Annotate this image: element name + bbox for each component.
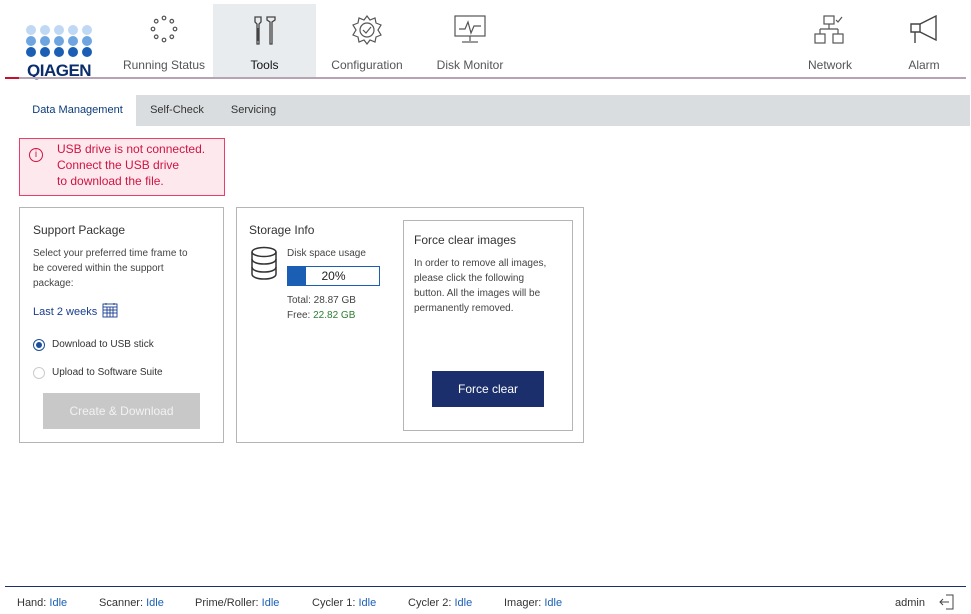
desc-line: package: (33, 278, 74, 289)
panel-title: Storage Info (249, 223, 315, 237)
tab-data-management[interactable]: Data Management (19, 95, 136, 126)
logo-dot (82, 36, 92, 46)
force-description: In order to remove all images, please cl… (414, 256, 569, 316)
header-divider (5, 77, 966, 79)
qiagen-logo: QIAGEN (26, 25, 98, 80)
logo-dot (68, 36, 78, 46)
logo-dot (26, 36, 36, 46)
nav-label: Network (807, 58, 852, 72)
alert-line: USB drive is not connected. (57, 142, 206, 156)
panel-title: Support Package (33, 223, 126, 237)
status-cycler-1: Cycler 1: Idle (312, 597, 377, 609)
support-package-panel: Support Package Select your preferred ti… (19, 207, 224, 443)
force-clear-button[interactable]: Force clear (432, 371, 544, 407)
nav-disk-monitor[interactable]: Disk Monitor (420, 4, 520, 77)
logo-dot (54, 36, 64, 46)
disk-usage-label: Disk space usage (287, 248, 366, 259)
nav-running-status[interactable]: Running Status (116, 4, 212, 77)
disk-monitor-icon (454, 15, 486, 43)
nav-label: Running Status (122, 58, 206, 72)
desc-line: permanently removed. (414, 303, 514, 314)
logo-dot (26, 47, 36, 57)
desc-line: be covered within the support (33, 263, 164, 274)
desc-line: button. All the images will be (414, 288, 541, 299)
status-cycler-2: Cycler 2: Idle (408, 597, 473, 609)
usb-alert: i USB drive is not connected. Connect th… (19, 138, 225, 196)
logo-dot (82, 47, 92, 57)
app-header: QIAGEN Running Status Tools Configuratio… (0, 0, 971, 80)
disk-free: Free: 22.82 GB (287, 308, 355, 323)
disk-usage-percent: 20% (321, 269, 346, 283)
radio-usb[interactable] (33, 339, 45, 351)
timeframe-value: Last 2 weeks (33, 306, 98, 318)
timeframe-select[interactable]: Last 2 weeks (33, 302, 118, 318)
logout-icon[interactable] (938, 593, 956, 611)
calendar-icon[interactable] (102, 302, 118, 318)
disk-free-value: 22.82 GB (313, 310, 356, 321)
nav-network[interactable]: Network (785, 4, 875, 77)
tab-bar: Data Management Self-Check Servicing (19, 95, 970, 126)
create-download-button[interactable]: Create & Download (43, 393, 200, 429)
nav-tools[interactable]: Tools (213, 4, 316, 77)
alert-line: to download the file. (57, 174, 164, 188)
force-clear-panel: Force clear images In order to remove al… (403, 220, 573, 431)
disk-total: Total: 28.87 GB (287, 295, 356, 306)
nav-configuration[interactable]: Configuration (317, 4, 417, 77)
alarm-icon (910, 14, 937, 43)
configuration-icon (352, 15, 382, 45)
desc-line: Select your preferred time frame to (33, 248, 188, 259)
logo-dot (54, 47, 64, 57)
tab-servicing[interactable]: Servicing (218, 95, 289, 126)
logo-dot (40, 47, 50, 57)
tab-self-check[interactable]: Self-Check (136, 95, 218, 126)
status-imager: Imager: Idle (504, 597, 563, 609)
status-scanner: Scanner: Idle (99, 597, 164, 609)
nav-alarm[interactable]: Alarm (882, 4, 966, 77)
desc-line: please click the following (414, 273, 525, 284)
logo-dot (68, 25, 78, 35)
desc-line: In order to remove all images, (414, 258, 547, 269)
support-description: Select your preferred time frame to be c… (33, 246, 218, 291)
tools-icon (253, 16, 276, 45)
logo-dot (40, 25, 50, 35)
logo-dot (68, 47, 78, 57)
logo-dot (26, 25, 36, 35)
logo-dot (40, 36, 50, 46)
status-bar: Hand: Idle Scanner: Idle Prime/Roller: I… (0, 586, 971, 614)
disk-usage-bar: 20% (287, 266, 380, 286)
status-prime-roller: Prime/Roller: Idle (195, 597, 280, 609)
radio-usb-label: Download to USB stick (52, 339, 154, 350)
nav-label: Tools (250, 58, 279, 72)
network-icon (814, 15, 844, 44)
radio-software-suite[interactable] (33, 367, 45, 379)
info-icon: i (29, 148, 43, 162)
panel-title: Force clear images (414, 233, 517, 247)
user-name: admin (895, 597, 925, 609)
running-status-icon (150, 15, 178, 43)
nav-label: Alarm (908, 58, 940, 72)
logo-dot (82, 25, 92, 35)
database-icon (251, 246, 277, 280)
alert-line: Connect the USB drive (57, 158, 180, 172)
nav-label: Configuration (331, 58, 403, 72)
nav-label: Disk Monitor (436, 58, 504, 72)
radio-software-suite-label: Upload to Software Suite (52, 367, 163, 378)
status-hand: Hand: Idle (17, 597, 68, 609)
logo-dot (54, 25, 64, 35)
storage-info-panel: Storage Info Disk space usage 20% Total:… (236, 207, 584, 443)
disk-free-label: Free: (287, 310, 311, 321)
